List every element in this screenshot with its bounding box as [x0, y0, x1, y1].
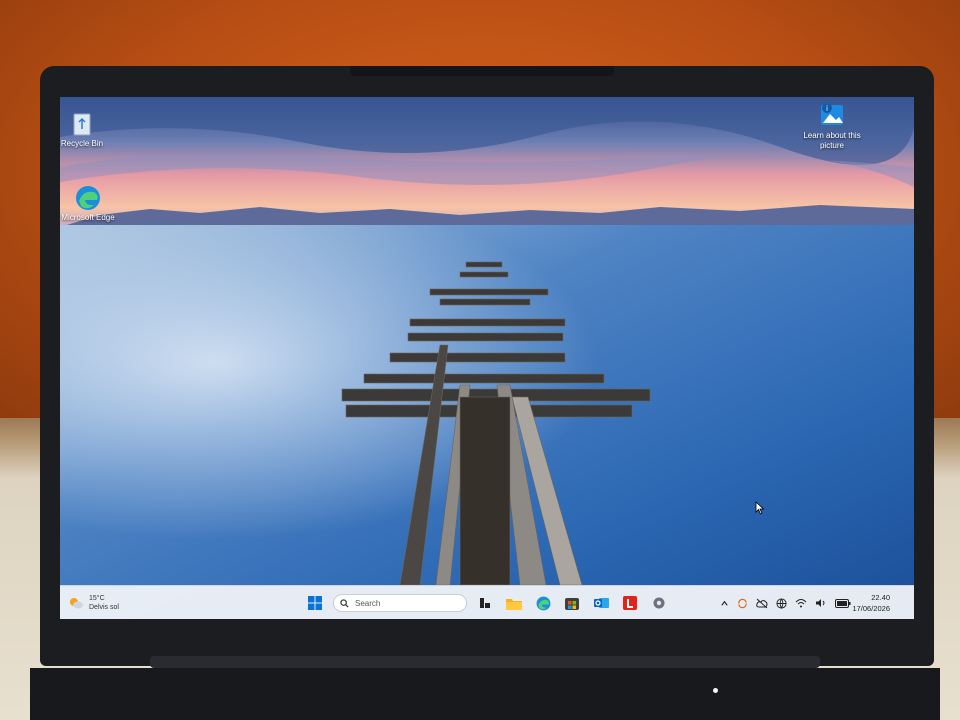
- search-placeholder: Search: [355, 598, 381, 608]
- taskbar-clock[interactable]: 22.40 17/06/2026: [852, 592, 890, 614]
- desktop-screen: Recycle Bin Microsoft Edge i Learn about…: [60, 97, 914, 619]
- wifi-icon[interactable]: [795, 598, 807, 608]
- desktop-icon-label: Learn about this picture: [803, 131, 861, 150]
- file-explorer-icon: [506, 598, 522, 610]
- clock-time: 22.40: [871, 593, 890, 602]
- edge-icon: [536, 596, 550, 610]
- language-icon[interactable]: [776, 597, 787, 609]
- start-icon: [308, 596, 322, 610]
- task-view-button[interactable]: [474, 592, 496, 614]
- mouse-pointer-icon: [755, 501, 765, 515]
- weather-condition: Delvis sol: [89, 604, 119, 611]
- taskbar: 15°C Delvis sol Search 22.40 17/06/2026: [60, 585, 914, 619]
- desktop-icon-recycle-bin[interactable]: Recycle Bin: [60, 111, 118, 149]
- outlook-button[interactable]: [590, 592, 612, 614]
- webcam-notch: [350, 66, 614, 76]
- desktop-icon-learn-about-picture[interactable]: i Learn about this picture: [796, 101, 868, 151]
- clock-date: 17/06/2026: [852, 604, 890, 613]
- desktop-icon-edge[interactable]: Microsoft Edge: [60, 185, 124, 223]
- edge-icon: [76, 186, 100, 210]
- learn-picture-icon: i: [821, 103, 843, 125]
- svg-text:i: i: [826, 104, 828, 113]
- system-tray: [720, 594, 851, 612]
- settings-icon: [653, 597, 665, 609]
- weather-widget[interactable]: 15°C Delvis sol: [68, 590, 119, 616]
- desktop-icon-label: Recycle Bin: [60, 139, 104, 148]
- cloud-off-icon[interactable]: [756, 598, 768, 609]
- file-explorer-button[interactable]: [503, 592, 525, 614]
- desktop-icon-label: Microsoft Edge: [61, 213, 115, 222]
- desktop-wallpaper: [60, 97, 914, 619]
- store-icon: [565, 598, 579, 610]
- partly-sunny-icon: [70, 598, 83, 609]
- outlook-icon: [593, 598, 609, 608]
- lenovo-button[interactable]: [619, 592, 641, 614]
- sync-icon[interactable]: [737, 598, 748, 609]
- battery-icon[interactable]: [835, 598, 851, 608]
- store-button[interactable]: [561, 592, 583, 614]
- search-icon: [340, 598, 349, 608]
- start-button[interactable]: [304, 592, 326, 614]
- laptop-hinge: [150, 656, 820, 668]
- power-led: [713, 688, 718, 693]
- recycle-bin-icon: [73, 113, 91, 136]
- lenovo-icon: [623, 596, 637, 610]
- settings-button[interactable]: [648, 592, 670, 614]
- laptop-base: [30, 668, 940, 720]
- task-view-icon: [480, 598, 490, 608]
- weather-temperature: 15°C: [89, 595, 105, 602]
- taskbar-search-box[interactable]: Search: [333, 594, 467, 612]
- edge-taskbar-button[interactable]: [532, 592, 554, 614]
- volume-icon[interactable]: [815, 598, 827, 608]
- chevron-up-icon[interactable]: [720, 599, 729, 608]
